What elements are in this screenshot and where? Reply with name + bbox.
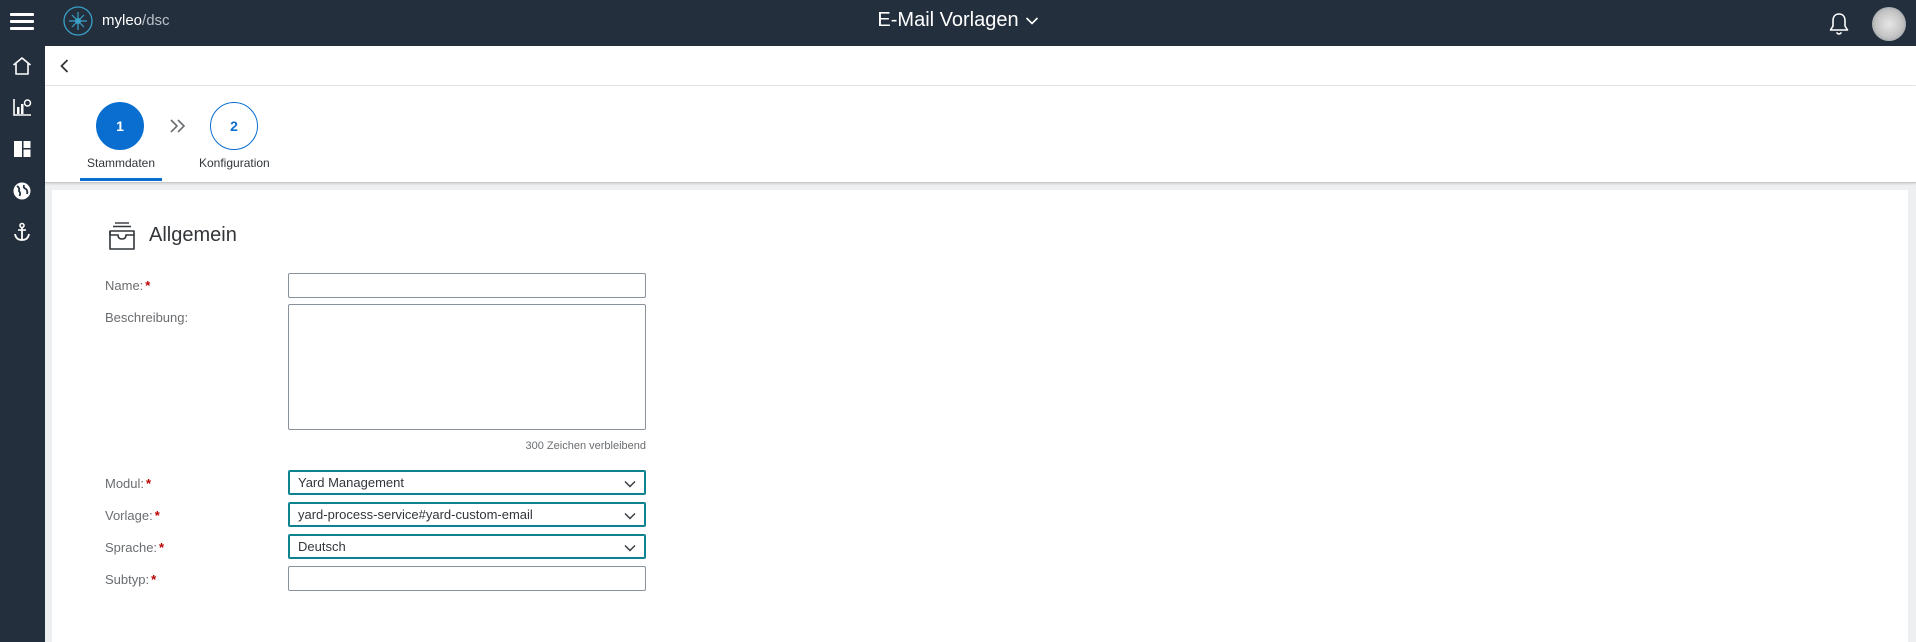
anchor-icon bbox=[14, 222, 30, 241]
menu-icon[interactable] bbox=[8, 10, 36, 34]
subtype-label: Subtyp: * bbox=[105, 572, 156, 587]
chevron-down-icon bbox=[624, 545, 636, 552]
inbox-tray-icon bbox=[109, 222, 135, 250]
brand-sub: dsc bbox=[146, 12, 170, 29]
language-select-value: Deutsch bbox=[298, 539, 346, 554]
required-marker: * bbox=[159, 540, 165, 555]
section-title: Allgemein bbox=[149, 224, 237, 246]
required-marker: * bbox=[154, 508, 160, 523]
app-title-bar: E-Mail Vorlagen bbox=[0, 9, 1916, 32]
wizard-step-konfiguration[interactable]: 2 Konfiguration bbox=[195, 86, 325, 183]
template-select[interactable]: yard-process-service#yard-custom-email bbox=[288, 502, 646, 527]
template-label-text: Vorlage: bbox=[105, 508, 153, 523]
back-icon[interactable] bbox=[55, 56, 75, 76]
side-navigation bbox=[0, 46, 45, 642]
step-label: Konfiguration bbox=[199, 156, 270, 170]
nav-item-globe[interactable] bbox=[7, 176, 37, 206]
subtype-label-text: Subtyp: bbox=[105, 572, 150, 587]
required-marker: * bbox=[151, 572, 157, 587]
bell-icon[interactable] bbox=[1826, 11, 1852, 37]
module-select[interactable]: Yard Management bbox=[288, 470, 646, 495]
active-step-indicator bbox=[80, 178, 162, 181]
form-card: Allgemein Name: * Beschreibung: 300 Zeich… bbox=[52, 190, 1908, 642]
char-counter: 300 Zeichen verbleibend bbox=[525, 440, 646, 452]
myleo-logo-icon bbox=[63, 6, 93, 36]
chevron-down-icon bbox=[624, 513, 636, 520]
double-chevron-right-icon bbox=[170, 119, 186, 133]
module-label-text: Modul: bbox=[105, 476, 145, 491]
name-label-text: Name: bbox=[105, 278, 144, 293]
template-select-value: yard-process-service#yard-custom-email bbox=[298, 507, 533, 522]
brand-name[interactable]: myleo/dsc bbox=[102, 12, 170, 29]
chevron-down-icon bbox=[1025, 16, 1038, 25]
language-label-text: Sprache: bbox=[105, 540, 158, 555]
nav-item-home[interactable] bbox=[7, 51, 37, 81]
name-label: Name: * bbox=[105, 278, 150, 293]
brand-main: myleo bbox=[102, 12, 143, 29]
language-select[interactable]: Deutsch bbox=[288, 534, 646, 559]
subtype-field[interactable] bbox=[288, 566, 646, 591]
app-title: E-Mail Vorlagen bbox=[877, 9, 1019, 31]
wizard-progress: 1 Stammdaten 2 Konfiguration bbox=[45, 86, 1916, 183]
required-marker: * bbox=[146, 476, 152, 491]
globe-icon bbox=[13, 182, 31, 200]
wizard-step-stammdaten[interactable]: 1 Stammdaten bbox=[45, 86, 175, 183]
sub-header bbox=[45, 46, 1916, 86]
module-label: Modul: * bbox=[105, 476, 151, 491]
required-marker: * bbox=[145, 278, 151, 293]
dashboard-icon bbox=[14, 141, 31, 157]
step-label: Stammdaten bbox=[87, 156, 156, 170]
home-icon bbox=[12, 57, 32, 75]
chevron-down-icon bbox=[624, 481, 636, 488]
analytics-icon bbox=[13, 99, 32, 116]
name-field[interactable] bbox=[288, 273, 646, 298]
step-number: 2 bbox=[210, 102, 258, 150]
nav-item-dashboard[interactable] bbox=[7, 134, 37, 164]
step-number: 1 bbox=[96, 102, 144, 150]
user-avatar[interactable] bbox=[1872, 7, 1906, 41]
description-textarea[interactable] bbox=[288, 304, 646, 430]
nav-item-anchor[interactable] bbox=[7, 217, 37, 247]
description-label: Beschreibung: bbox=[105, 310, 189, 325]
language-label: Sprache: * bbox=[105, 540, 164, 555]
module-select-value: Yard Management bbox=[298, 475, 404, 490]
template-label: Vorlage: * bbox=[105, 508, 160, 523]
shell-bar: myleo/dsc E-Mail Vorlagen bbox=[0, 0, 1916, 46]
app-title-menu[interactable]: E-Mail Vorlagen bbox=[877, 9, 1038, 32]
nav-item-analytics[interactable] bbox=[7, 92, 37, 122]
